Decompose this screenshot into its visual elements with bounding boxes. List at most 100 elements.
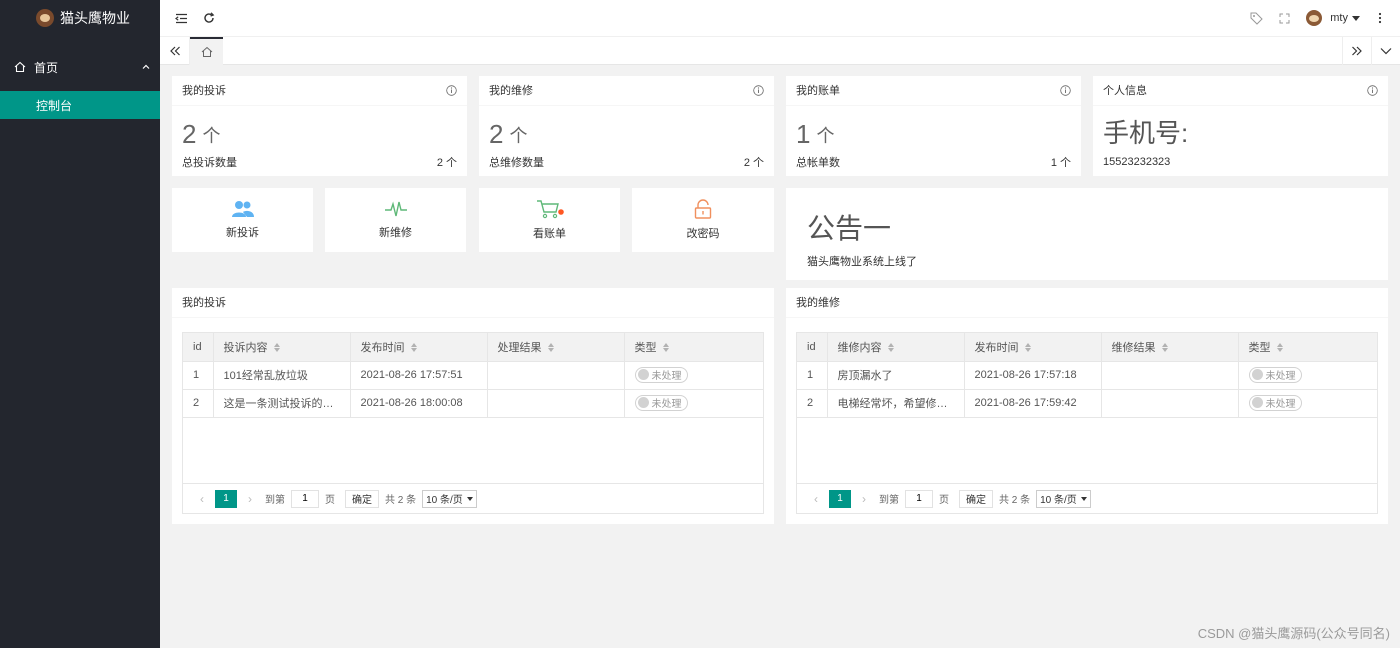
- status-toggle[interactable]: 未处理: [634, 366, 688, 383]
- refresh-button[interactable]: [195, 4, 223, 32]
- sort-icon[interactable]: [662, 343, 669, 353]
- tab-bar: [160, 36, 1400, 65]
- info-icon[interactable]: [1367, 85, 1378, 96]
- sort-icon[interactable]: [1024, 343, 1031, 353]
- stat-card-repairs: 我的维修 2个 总维修数量 2 个: [479, 76, 774, 176]
- table-row[interactable]: 2 这是一条测试投诉的信... 2021-08-26 18:00:08 未处理: [183, 389, 763, 418]
- pulse-icon: [384, 201, 407, 217]
- phone-number: 15523232323: [1103, 156, 1171, 168]
- tab-scroll-left-button[interactable]: [160, 37, 190, 65]
- theme-button[interactable]: [1242, 4, 1270, 32]
- page-size-select[interactable]: 10 条/页: [1036, 489, 1091, 508]
- stat-foot-label: 总投诉数量: [182, 157, 237, 169]
- column-header[interactable]: 类型: [624, 333, 763, 362]
- page-label: 页: [325, 495, 335, 506]
- current-page[interactable]: 1: [829, 489, 851, 508]
- watermark: CSDN @猫头鹰源码(公众号同名): [1197, 626, 1390, 641]
- cell-time: 2021-08-26 17:57:18: [964, 361, 1102, 390]
- page-size-value: 10 条/页: [426, 495, 463, 506]
- repairs-table: id 维修内容 发布时间 维修结果 类型 1 房顶漏水了 2021-08-26 …: [796, 332, 1378, 514]
- next-page-button[interactable]: ›: [855, 492, 873, 506]
- sort-icon[interactable]: [273, 343, 280, 353]
- column-label: 类型: [634, 341, 657, 354]
- column-header[interactable]: 发布时间: [350, 333, 488, 362]
- column-header[interactable]: 维修内容: [827, 333, 965, 362]
- sort-icon[interactable]: [1161, 343, 1168, 353]
- repairs-panel: 我的维修 id 维修内容 发布时间 维修结果 类型 1 房顶漏水了 2021-0…: [786, 288, 1388, 524]
- column-header[interactable]: 投诉内容: [213, 333, 351, 362]
- info-icon[interactable]: [446, 85, 457, 96]
- users-icon: [231, 201, 254, 217]
- column-header[interactable]: 维修结果: [1101, 333, 1239, 362]
- cell-id: 1: [183, 361, 214, 390]
- current-page[interactable]: 1: [215, 489, 237, 508]
- page-jump-input[interactable]: [905, 489, 933, 508]
- stat-unit: 个: [509, 126, 528, 146]
- stat-card-bills: 我的账单 1个 总帐单数 1 个: [786, 76, 1081, 176]
- confirm-button[interactable]: 确定: [345, 489, 379, 508]
- info-icon[interactable]: [753, 85, 764, 96]
- cell-id: 2: [797, 389, 828, 418]
- column-label: 维修内容: [837, 341, 882, 354]
- sidebar-item-console[interactable]: 控制台: [0, 91, 160, 119]
- caret-down-icon: [466, 496, 473, 501]
- sort-icon[interactable]: [547, 343, 554, 353]
- page-size-select[interactable]: 10 条/页: [422, 489, 477, 508]
- app-logo[interactable]: 猫头鹰物业: [0, 0, 160, 36]
- cell-result: [487, 361, 625, 390]
- status-toggle[interactable]: 未处理: [1248, 394, 1302, 411]
- cell-type: 未处理: [624, 361, 763, 390]
- table-row[interactable]: 2 电梯经常坏，希望修一下 2021-08-26 17:59:42 未处理: [797, 389, 1377, 418]
- cell-id: 1: [797, 361, 828, 390]
- status-toggle[interactable]: 未处理: [634, 394, 688, 411]
- toggle-knob: [637, 397, 649, 409]
- sort-icon[interactable]: [1276, 343, 1283, 353]
- column-header[interactable]: 类型: [1238, 333, 1377, 362]
- user-menu[interactable]: mty: [1306, 10, 1360, 26]
- shortcut-label: 改密码: [686, 228, 720, 240]
- shortcut-change-password[interactable]: 改密码: [632, 188, 774, 252]
- tab-scroll-right-button[interactable]: [1342, 37, 1371, 65]
- shortcut-label: 新维修: [379, 227, 412, 239]
- shortcut-new-complaint[interactable]: 新投诉: [172, 188, 313, 252]
- table-row[interactable]: 1 101经常乱放垃圾 2021-08-26 17:57:51 未处理: [183, 361, 763, 390]
- collapse-menu-button[interactable]: [167, 4, 195, 32]
- more-button[interactable]: [1366, 4, 1394, 32]
- cell-id: 2: [183, 389, 214, 418]
- sidebar-group-home[interactable]: 首页: [0, 53, 160, 81]
- column-label: 维修结果: [1111, 341, 1156, 354]
- shortcut-new-repair[interactable]: 新维修: [325, 188, 466, 252]
- home-icon: [14, 61, 26, 73]
- toggle-label: 未处理: [651, 399, 682, 411]
- sidebar-item-label: 控制台: [36, 98, 73, 113]
- toggle-label: 未处理: [1265, 371, 1296, 383]
- info-icon[interactable]: [1060, 85, 1071, 96]
- tab-home[interactable]: [190, 37, 223, 65]
- owl-logo-icon: [36, 9, 54, 27]
- stat-value: 2: [489, 119, 504, 149]
- sort-icon[interactable]: [887, 343, 894, 353]
- avatar: [1306, 10, 1323, 26]
- confirm-button[interactable]: 确定: [959, 489, 993, 508]
- column-header[interactable]: 处理结果: [487, 333, 625, 362]
- cell-time: 2021-08-26 17:59:42: [964, 389, 1102, 418]
- panel-title: 我的维修: [786, 288, 1388, 318]
- next-page-button[interactable]: ›: [241, 492, 259, 506]
- column-header: id: [797, 333, 828, 362]
- page-label: 页: [939, 495, 949, 506]
- shortcut-view-bills[interactable]: 看账单: [479, 188, 620, 252]
- fullscreen-button[interactable]: [1270, 4, 1298, 32]
- page-jump-input[interactable]: [291, 489, 319, 508]
- toggle-knob: [637, 369, 649, 381]
- double-chevron-right-icon: [1352, 46, 1362, 56]
- column-header[interactable]: 发布时间: [964, 333, 1102, 362]
- cell-time: 2021-08-26 18:00:08: [350, 389, 488, 418]
- status-toggle[interactable]: 未处理: [1248, 366, 1302, 383]
- cell-time: 2021-08-26 17:57:51: [350, 361, 488, 390]
- sort-icon[interactable]: [410, 343, 417, 353]
- tab-options-button[interactable]: [1371, 37, 1400, 65]
- prev-page-button[interactable]: ‹: [807, 492, 825, 506]
- prev-page-button[interactable]: ‹: [193, 492, 211, 506]
- table-row[interactable]: 1 房顶漏水了 2021-08-26 17:57:18 未处理: [797, 361, 1377, 390]
- column-label: id: [807, 340, 816, 353]
